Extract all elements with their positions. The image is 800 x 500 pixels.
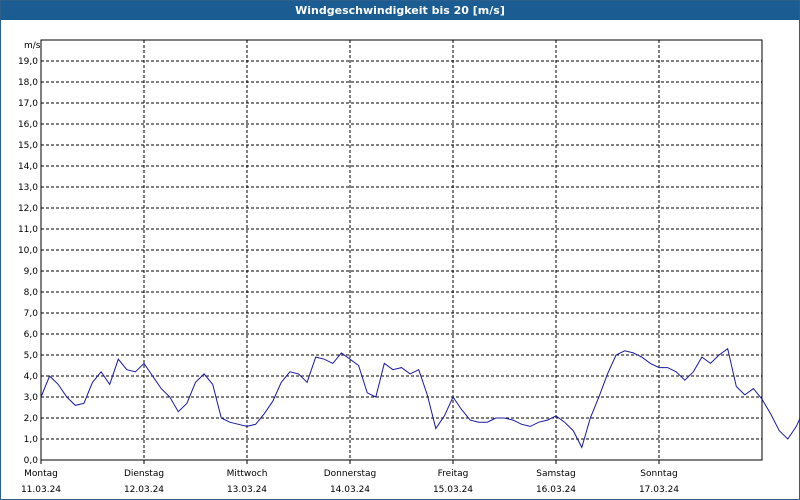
y-tick-label: 0,0 bbox=[24, 456, 39, 466]
x-day-date: 15.03.24 bbox=[433, 485, 473, 495]
y-tick-label: 18,0 bbox=[18, 78, 38, 88]
x-axis-labels: Montag 11.03.24 Dienstag 12.03.24 Mittwoch 13… bbox=[21, 460, 679, 495]
y-tick-label: 3,0 bbox=[24, 393, 39, 403]
x-day-name: Sonntag bbox=[640, 469, 677, 479]
y-tick-label: 4,0 bbox=[24, 372, 39, 382]
x-day-date: 12.03.24 bbox=[124, 485, 164, 495]
y-tick-label: 2,0 bbox=[24, 414, 39, 424]
y-axis-unit: m/s bbox=[24, 41, 41, 51]
x-day-date: 13.03.24 bbox=[227, 485, 267, 495]
x-day-name: Dienstag bbox=[124, 469, 164, 479]
y-tick-label: 9,0 bbox=[24, 267, 39, 277]
y-tick-label: 19,0 bbox=[18, 57, 38, 67]
y-tick-label: 11,0 bbox=[18, 225, 38, 235]
x-day-name: Mittwoch bbox=[227, 469, 268, 479]
y-tick-label: 12,0 bbox=[18, 204, 38, 214]
y-tick-label: 15,0 bbox=[18, 141, 38, 151]
x-day-name: Montag bbox=[24, 469, 58, 479]
x-day-date: 17.03.24 bbox=[639, 485, 679, 495]
x-day-date: 16.03.24 bbox=[536, 485, 576, 495]
x-day-name: Freitag bbox=[438, 469, 469, 479]
y-tick-label: 1,0 bbox=[24, 435, 39, 445]
y-tick-label: 6,0 bbox=[24, 330, 39, 340]
wind-speed-chart: 0,0 1,0 2,0 3,0 4,0 5,0 6,0 7,0 8,0 9,0 10,0 11,0 12… bbox=[18, 39, 800, 495]
x-day-name: Donnerstag bbox=[324, 469, 377, 479]
x-day-date: 11.03.24 bbox=[21, 485, 61, 495]
x-day-date: 14.03.24 bbox=[330, 485, 370, 495]
y-tick-label: 8,0 bbox=[24, 288, 39, 298]
y-tick-label: 17,0 bbox=[18, 99, 38, 109]
y-tick-label: 14,0 bbox=[18, 162, 38, 172]
y-tick-label: 10,0 bbox=[18, 246, 38, 256]
y-tick-label: 16,0 bbox=[18, 120, 38, 130]
y-tick-label: 7,0 bbox=[24, 309, 39, 319]
y-axis-ticks: 0,0 1,0 2,0 3,0 4,0 5,0 6,0 7,0 8,0 9,0 10,0 11,0 12… bbox=[18, 57, 38, 466]
y-tick-label: 13,0 bbox=[18, 183, 38, 193]
x-day-name: Samstag bbox=[536, 469, 575, 479]
y-tick-label: 5,0 bbox=[24, 351, 39, 361]
